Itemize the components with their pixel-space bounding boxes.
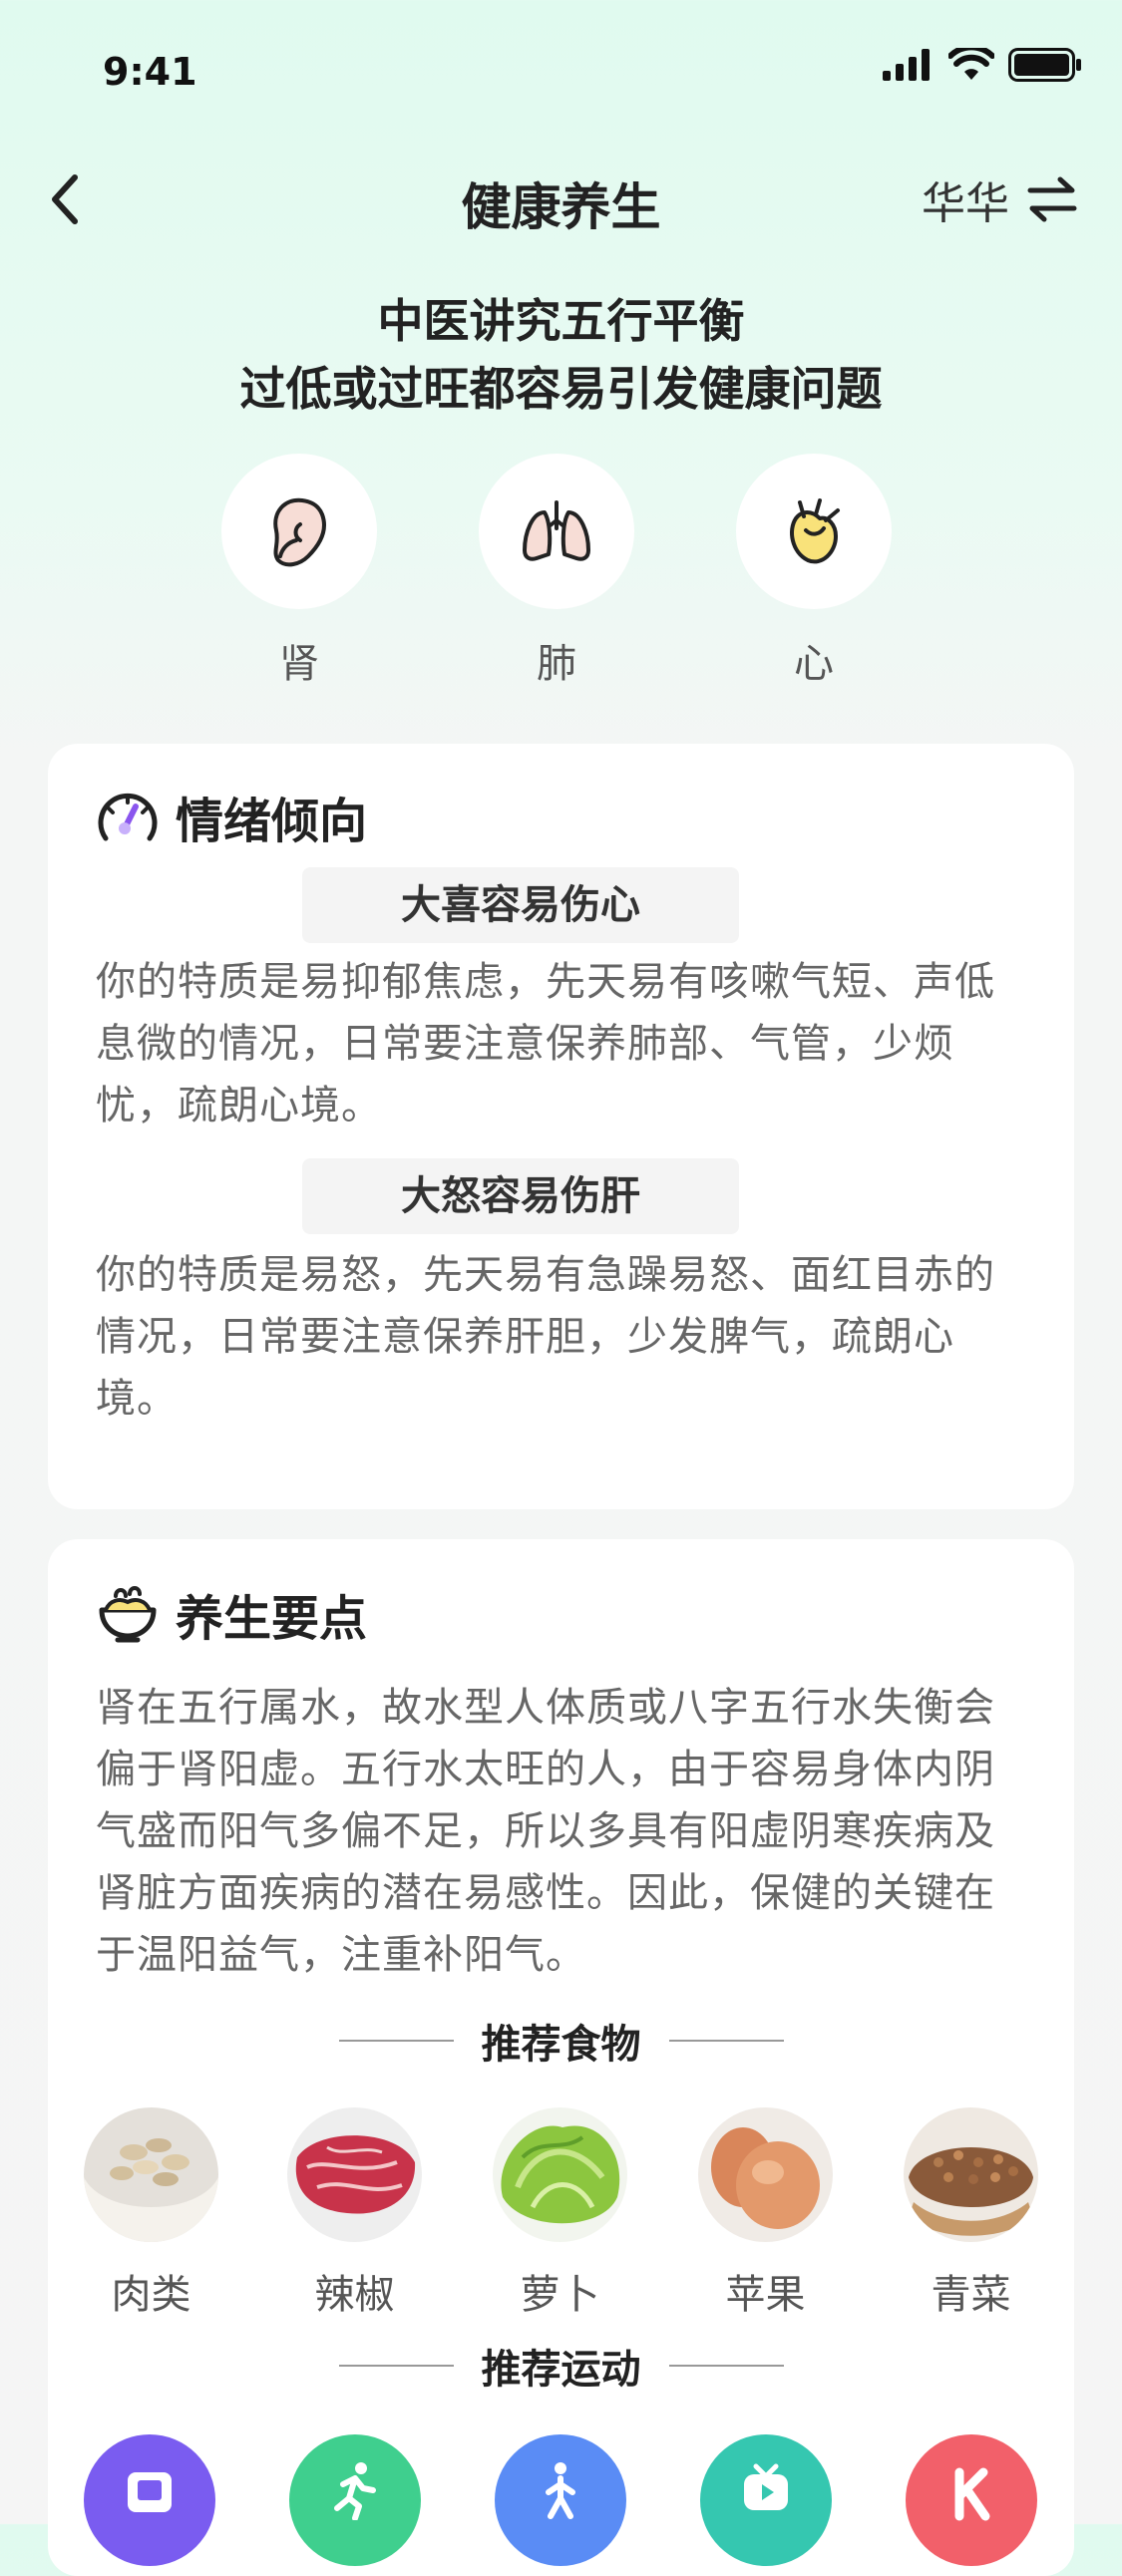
organ-heart-circle bbox=[736, 454, 892, 609]
signal-icon bbox=[883, 49, 930, 81]
intro-line-2: 过低或过旺都容易引发健康问题 bbox=[239, 362, 883, 416]
user-name: 华华 bbox=[922, 178, 1009, 229]
tv-app-icon bbox=[744, 2463, 788, 2510]
food-label: 萝卜 bbox=[520, 2272, 600, 2318]
divider-line bbox=[338, 2040, 454, 2042]
emotion-title-text: 情绪倾向 bbox=[176, 794, 368, 849]
food-label: 辣椒 bbox=[314, 2272, 395, 2318]
egg-image bbox=[698, 2107, 833, 2242]
divider-line bbox=[668, 2365, 784, 2367]
food-item[interactable]: 萝卜 bbox=[493, 2107, 627, 2320]
organ-selector: 肾 肺 心 bbox=[0, 454, 1122, 693]
sport-section-title: 推荐运动 bbox=[481, 2347, 641, 2393]
emotion-text-2: 你的特质是易怒，先天易有急躁易怒、面红目赤的情况，日常要注意保养肝胆，少发脾气，… bbox=[96, 1252, 995, 1422]
emotion-card: 情绪倾向 大喜容易伤心 你的特质是易抑郁焦虑，先天易有咳嗽气短、声低息微的情况，… bbox=[48, 744, 1074, 1509]
food-item[interactable]: 肉类 bbox=[84, 2107, 218, 2320]
food-label: 肉类 bbox=[111, 2272, 191, 2318]
organ-kidney-circle bbox=[221, 454, 377, 609]
organ-heart-label: 心 bbox=[794, 641, 834, 687]
food-item[interactable]: 苹果 bbox=[698, 2107, 833, 2320]
sport-section-header: 推荐运动 bbox=[48, 2337, 1074, 2395]
heart-icon bbox=[790, 498, 840, 564]
divider-line bbox=[668, 2040, 784, 2042]
gauge-icon bbox=[98, 793, 158, 841]
sport-item-k[interactable] bbox=[906, 2434, 1037, 2566]
sport-item-walking[interactable] bbox=[495, 2434, 626, 2566]
k-app-icon bbox=[954, 2467, 990, 2521]
switch-user-button[interactable]: 华华 bbox=[922, 167, 1077, 231]
beef-image bbox=[287, 2107, 422, 2242]
buckwheat-image bbox=[904, 2107, 1038, 2242]
emotion-tag-1: 大喜容易伤心 bbox=[302, 867, 739, 943]
organ-lungs-label: 肺 bbox=[537, 641, 576, 687]
intro-text: 中医讲究五行平衡 过低或过旺都容易引发健康问题 bbox=[0, 287, 1122, 423]
organ-lungs[interactable]: 肺 bbox=[479, 454, 634, 689]
switch-icon bbox=[1027, 176, 1077, 222]
emotion-tag-2: 大怒容易伤肝 bbox=[302, 1158, 739, 1234]
organ-heart[interactable]: 心 bbox=[736, 454, 892, 689]
bowl-icon bbox=[99, 1586, 157, 1643]
sport-item-running[interactable] bbox=[289, 2434, 421, 2566]
intro-line-1: 中医讲究五行平衡 bbox=[377, 294, 745, 348]
food-section-header: 推荐食物 bbox=[48, 2012, 1074, 2070]
health-text: 肾在五行属水，故水型人体质或八字五行水失衡会偏于肾阳虚。五行水太旺的人，由于容易… bbox=[96, 1685, 995, 1978]
status-icons bbox=[883, 48, 1082, 82]
status-time: 9:41 bbox=[103, 50, 197, 94]
organ-kidney-label: 肾 bbox=[279, 641, 319, 687]
health-card: 养生要点 肾在五行属水，故水型人体质或八字五行水失衡会偏于肾阳虚。五行水太旺的人… bbox=[48, 1539, 1074, 2576]
lungs-icon bbox=[523, 500, 590, 561]
divider-line bbox=[338, 2365, 454, 2367]
book-app-icon bbox=[128, 2472, 172, 2512]
emotion-text-1: 你的特质是易抑郁焦虑，先天易有咳嗽气短、声低息微的情况，日常要注意保养肺部、气管… bbox=[96, 959, 995, 1128]
food-section-title: 推荐食物 bbox=[481, 2022, 641, 2068]
food-label: 苹果 bbox=[725, 2272, 806, 2318]
battery-icon bbox=[1008, 48, 1081, 82]
lettuce-image bbox=[493, 2107, 627, 2242]
emotion-card-title: 情绪倾向 bbox=[96, 782, 367, 851]
organ-lungs-circle bbox=[479, 454, 634, 609]
kidney-icon bbox=[273, 497, 327, 567]
food-item[interactable]: 辣椒 bbox=[287, 2107, 422, 2320]
walking-app-icon bbox=[546, 2462, 575, 2519]
organ-kidney[interactable]: 肾 bbox=[221, 454, 377, 689]
food-item[interactable]: 青菜 bbox=[904, 2107, 1038, 2320]
running-app-icon bbox=[334, 2462, 376, 2520]
status-bar: 9:41 bbox=[0, 0, 1122, 150]
oats-image bbox=[84, 2107, 218, 2242]
sport-item-book[interactable] bbox=[84, 2434, 215, 2566]
health-card-title: 养生要点 bbox=[96, 1579, 367, 1649]
sport-item-tv[interactable] bbox=[700, 2434, 832, 2566]
wifi-icon bbox=[948, 48, 994, 80]
food-label: 青菜 bbox=[931, 2272, 1011, 2318]
health-title-text: 养生要点 bbox=[176, 1591, 368, 1647]
